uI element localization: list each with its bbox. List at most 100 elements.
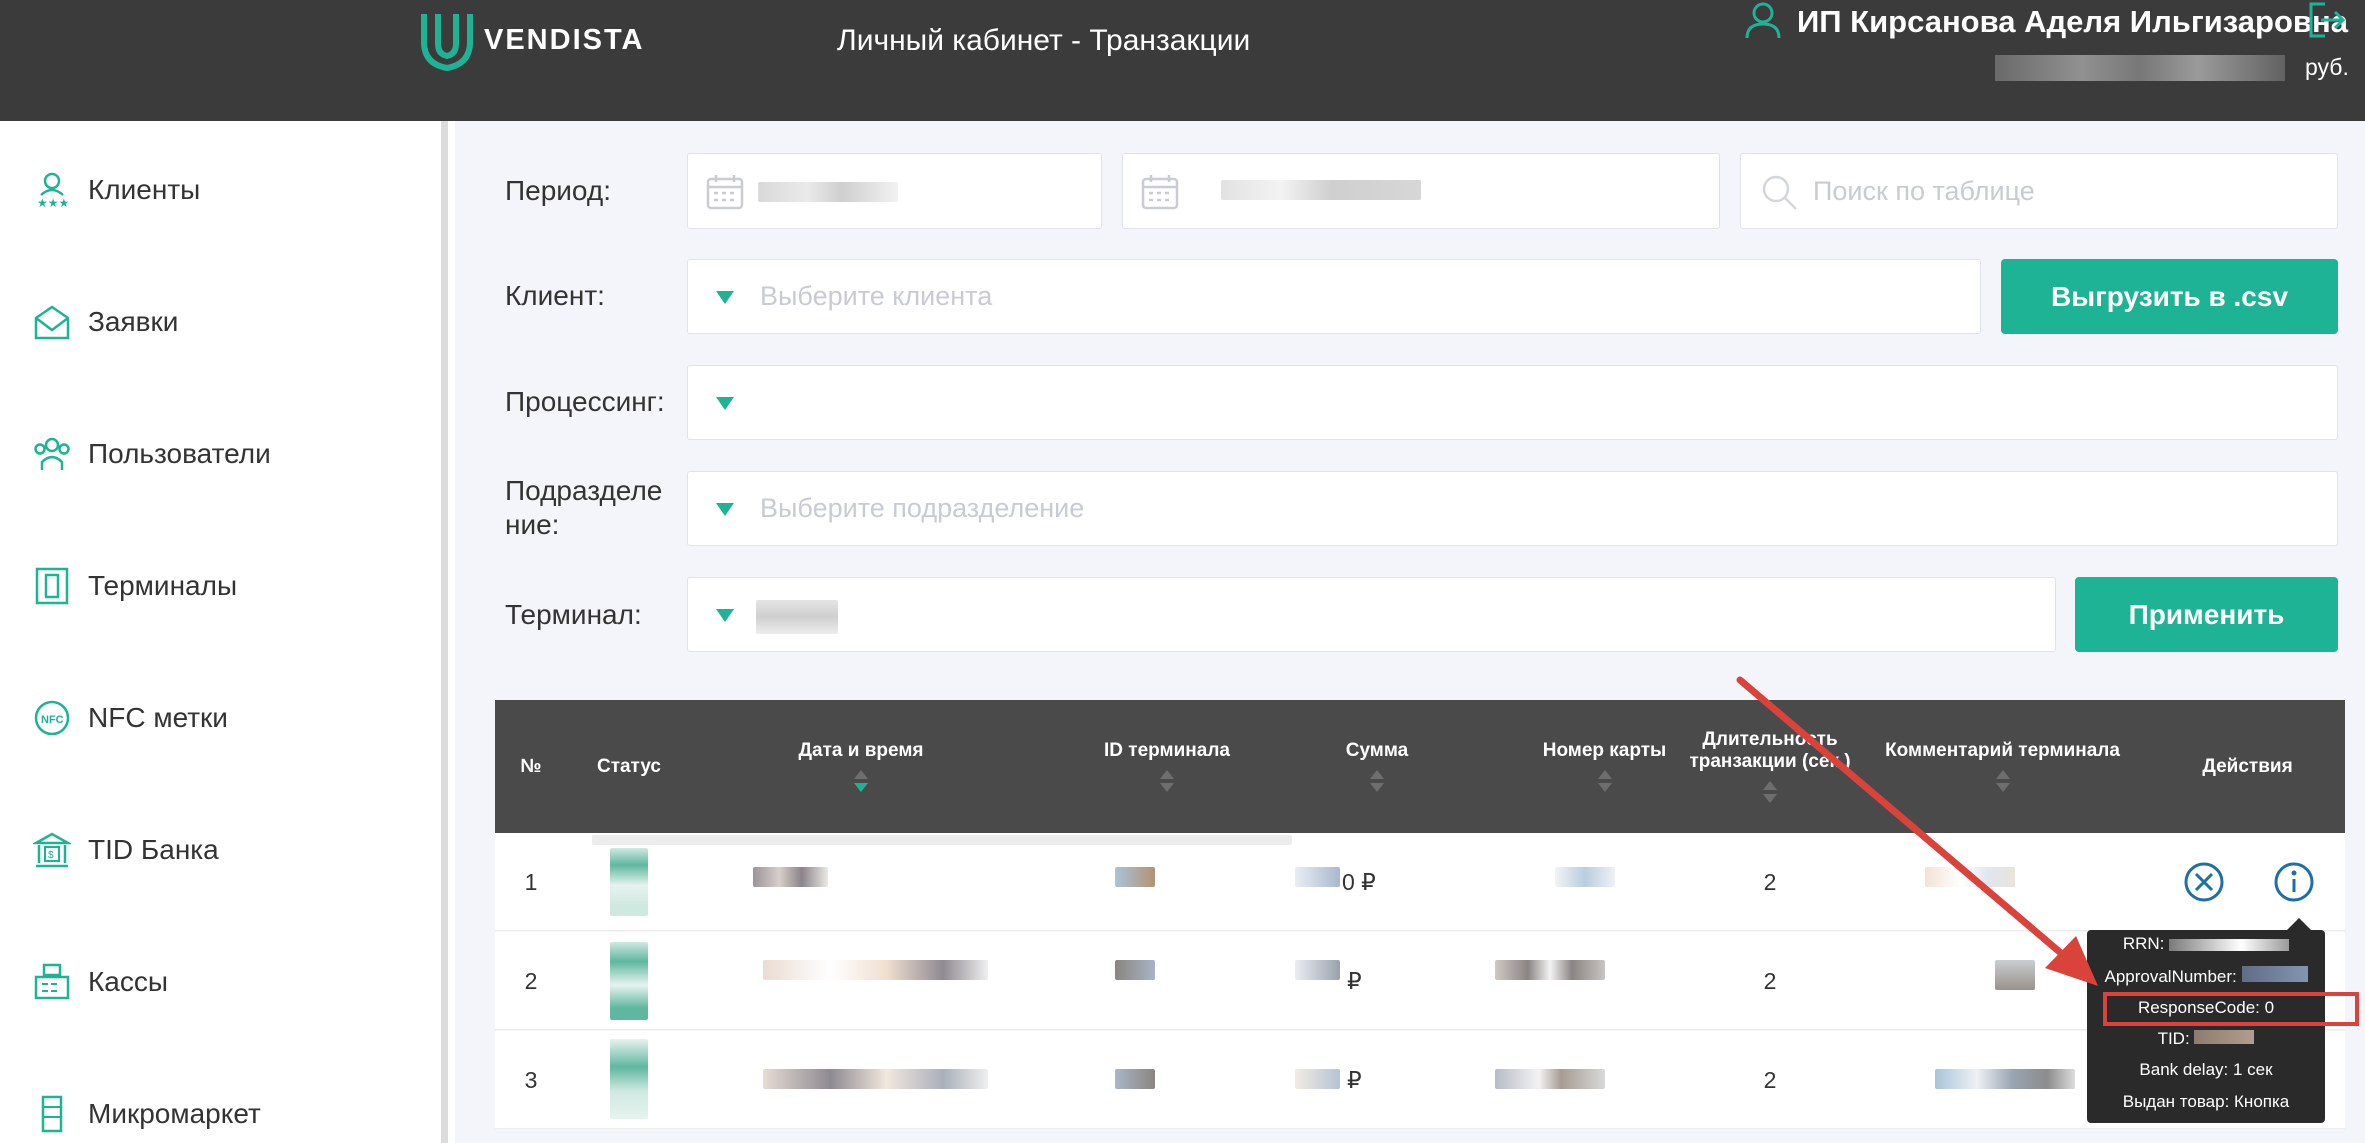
- user-name[interactable]: ИП Кирсанова Аделя Ильгизаровна: [1797, 4, 2348, 40]
- column-label: Длительность транзакции (сек.): [1689, 728, 1851, 772]
- vendista-logo-icon: [421, 14, 473, 72]
- period-start-date[interactable]: [687, 153, 1102, 229]
- sidebar-item-label: Клиенты: [88, 174, 201, 205]
- logout-icon[interactable]: [2305, 0, 2347, 45]
- table-row[interactable]: 2 ₽ 2: [495, 932, 2345, 1030]
- column-header-amount[interactable]: Сумма: [1303, 700, 1451, 833]
- terminal-select[interactable]: [687, 577, 2056, 652]
- info-icon[interactable]: [2255, 833, 2333, 931]
- sort-icon[interactable]: [1995, 769, 2010, 794]
- sidebar-item-tid-bank[interactable]: $ TID Банка: [32, 825, 219, 875]
- balance-redacted: [1995, 54, 2285, 81]
- tooltip-goods-issued: Выдан товар: Кнопка: [2122, 1092, 2290, 1111]
- apply-button[interactable]: Применить: [2075, 577, 2338, 652]
- table-row[interactable]: 1 0 ₽ 2: [495, 833, 2345, 931]
- period-end-redacted: [1221, 180, 1421, 200]
- tooltip-tid-row: TID:: [2087, 1029, 2325, 1049]
- terminal-id-redacted: [1115, 960, 1155, 980]
- amount-currency: ₽: [1347, 967, 1362, 994]
- table-search-field[interactable]: Поиск по таблице: [1740, 153, 2338, 229]
- terminal-id-redacted: [1115, 1069, 1155, 1089]
- sort-icon[interactable]: [1370, 769, 1384, 794]
- processing-select[interactable]: [687, 365, 2338, 440]
- vendista-logo[interactable]: VENDISTA: [418, 8, 644, 72]
- period-label: Период:: [505, 175, 611, 206]
- nfc-icon: NFC: [32, 698, 72, 738]
- amount-redacted: [1295, 960, 1340, 980]
- client-placeholder: Выберите клиента: [760, 281, 993, 311]
- chevron-down-icon: [716, 397, 734, 410]
- svg-text:★★★: ★★★: [37, 196, 69, 209]
- sidebar-item-users[interactable]: Пользователи: [32, 429, 271, 479]
- user-icon[interactable]: [1743, 0, 1783, 45]
- chevron-down-icon: [716, 291, 734, 304]
- division-label: Подразделе ние:: [505, 475, 663, 540]
- sort-icon[interactable]: [854, 769, 868, 794]
- datetime-redacted: [753, 867, 828, 887]
- users-icon: [32, 434, 72, 474]
- chevron-down-icon: [716, 609, 734, 622]
- column-header-terminal-comment[interactable]: Комментарий терминала: [1855, 700, 2150, 833]
- division-placeholder: Выберите подразделение: [760, 493, 1085, 523]
- sidebar-item-cash-registers[interactable]: Кассы: [32, 957, 168, 1007]
- transaction-details-tooltip: RRN: ApprovalNumber: ResponseCode: 0 TID…: [2087, 918, 2325, 1123]
- sidebar-item-terminals[interactable]: Терминалы: [32, 561, 237, 611]
- sort-icon[interactable]: [1763, 780, 1777, 805]
- datetime-redacted: [763, 960, 988, 980]
- comment-redacted: [1925, 867, 2015, 887]
- sidebar-item-label: TID Банка: [88, 834, 219, 865]
- column-header-duration[interactable]: Длительность транзакции (сек.): [1685, 700, 1855, 833]
- balance-currency: руб.: [2305, 54, 2349, 80]
- processing-label: Процессинг:: [505, 386, 665, 417]
- sidebar: ★★★ Клиенты Заявки Пользователи Терминал…: [0, 121, 448, 1143]
- column-header-actions: Действия: [2150, 700, 2345, 833]
- card-number-redacted: [1495, 960, 1605, 980]
- sidebar-item-nfc[interactable]: NFC NFC метки: [32, 693, 228, 743]
- comment-redacted: [1935, 1069, 2075, 1089]
- amount-currency: ₽: [1347, 1066, 1362, 1093]
- terminal-icon: [32, 566, 72, 606]
- sort-icon[interactable]: [1597, 769, 1612, 794]
- client-label: Клиент:: [505, 280, 605, 311]
- rrn-redacted: [2169, 938, 2290, 951]
- period-end-date[interactable]: [1122, 153, 1720, 229]
- tid-redacted: [2194, 1030, 2255, 1044]
- sidebar-item-requests[interactable]: Заявки: [32, 297, 178, 347]
- terminal-label: Терминал:: [505, 599, 642, 630]
- sort-icon[interactable]: [1160, 769, 1174, 794]
- column-header-datetime[interactable]: Дата и время: [691, 700, 1031, 833]
- export-csv-button[interactable]: Выгрузить в .csv: [2001, 259, 2338, 334]
- envelope-icon: [32, 302, 72, 342]
- row-number: 3: [524, 1066, 538, 1093]
- tooltip-rrn-label: RRN:: [2122, 934, 2165, 953]
- column-label: Номер карты: [1542, 739, 1667, 761]
- column-label: №: [520, 755, 542, 777]
- division-select[interactable]: Выберите подразделение: [687, 471, 2338, 546]
- column-label: Сумма: [1345, 739, 1409, 761]
- annotation-highlight-box: [2103, 992, 2359, 1026]
- sidebar-item-label: Терминалы: [88, 570, 238, 601]
- sidebar-item-micromarket[interactable]: Микромаркет: [32, 1089, 261, 1139]
- sidebar-item-clients[interactable]: ★★★ Клиенты: [32, 165, 200, 215]
- balance-row: руб.: [1995, 54, 2349, 81]
- client-select[interactable]: Выберите клиента: [687, 259, 1981, 334]
- tooltip-tid-label: TID:: [2157, 1029, 2190, 1048]
- cancel-icon[interactable]: [2165, 833, 2243, 931]
- table-row[interactable]: 3 ₽ 2: [495, 1031, 2345, 1129]
- status-redacted: [610, 1039, 648, 1119]
- status-redacted: [610, 942, 648, 1020]
- sidebar-item-label: NFC метки: [88, 702, 228, 733]
- tooltip-rrn-row: RRN:: [2087, 934, 2325, 954]
- svg-text:$: $: [48, 850, 54, 861]
- terminal-id-redacted: [1115, 867, 1155, 887]
- column-header-terminal-id[interactable]: ID терминала: [1031, 700, 1303, 833]
- micromarket-icon: [32, 1094, 72, 1134]
- row-overlay: [592, 835, 1292, 845]
- approval-redacted: [2241, 966, 2308, 982]
- tooltip-bank-delay: Bank delay: 1 сек: [2139, 1060, 2273, 1079]
- column-header-number[interactable]: №: [495, 700, 567, 833]
- row-number: 2: [524, 967, 538, 994]
- amount-redacted: [1295, 867, 1340, 887]
- card-number-redacted: [1555, 867, 1615, 887]
- column-header-status[interactable]: Статус: [567, 700, 691, 833]
